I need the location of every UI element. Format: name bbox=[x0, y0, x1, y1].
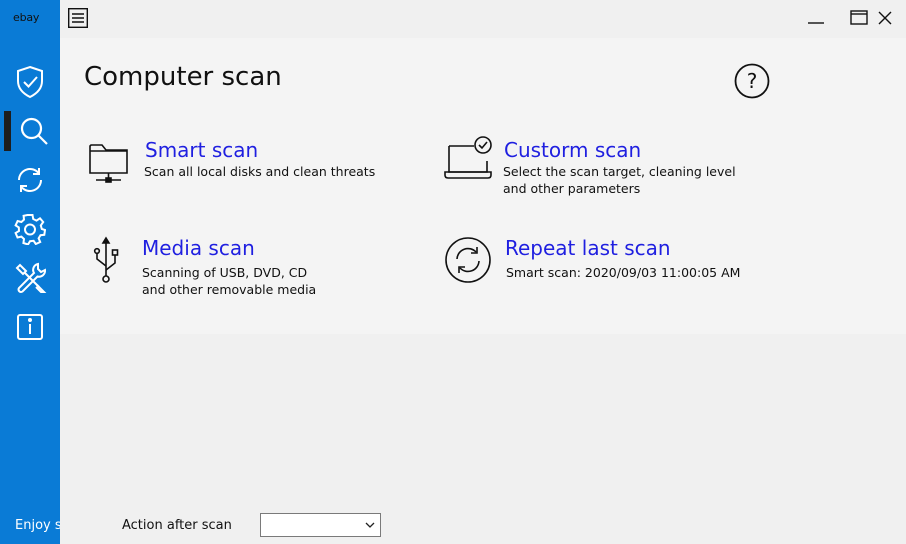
sidebar-item-update[interactable] bbox=[0, 158, 60, 202]
help-button[interactable]: ? bbox=[734, 63, 770, 99]
page-title: Computer scan bbox=[84, 62, 282, 92]
title-bar bbox=[60, 0, 906, 38]
tools-icon bbox=[15, 262, 47, 293]
footer-message: Enjoy sa bbox=[15, 518, 60, 533]
repeat-icon bbox=[445, 237, 491, 283]
maximize-button[interactable] bbox=[849, 8, 869, 28]
laptop-check-icon bbox=[444, 136, 492, 179]
sidebar-item-settings[interactable] bbox=[0, 207, 60, 251]
menu-icon[interactable] bbox=[68, 8, 88, 28]
sidebar-item-info[interactable] bbox=[0, 305, 60, 349]
minimize-button[interactable] bbox=[806, 8, 826, 28]
media-scan-description-line2: and other removable media bbox=[142, 282, 317, 297]
action-after-scan-select[interactable] bbox=[260, 513, 381, 537]
smart-scan-description: Scan all local disks and clean threats bbox=[144, 164, 376, 179]
shield-check-icon bbox=[17, 65, 43, 99]
help-icon: ? bbox=[734, 63, 770, 99]
repeat-scan-title[interactable]: Repeat last scan bbox=[505, 236, 671, 260]
custom-scan-description-line1: Select the scan target, cleaning level bbox=[503, 164, 736, 179]
sidebar-item-scan[interactable] bbox=[0, 109, 60, 153]
close-button[interactable] bbox=[875, 8, 895, 28]
action-after-scan-label: Action after scan bbox=[122, 518, 232, 533]
gear-icon bbox=[14, 214, 46, 245]
repeat-scan-description: Smart scan: 2020/09/03 11:00:05 AM bbox=[506, 265, 741, 280]
repeat-scan-option[interactable]: Repeat last scan Smart scan: 2020/09/03 … bbox=[444, 236, 774, 286]
custom-scan-description-line2: and other parameters bbox=[503, 181, 641, 196]
custom-scan-title[interactable]: Custorm scan bbox=[504, 138, 641, 162]
folder-network-icon bbox=[89, 144, 128, 183]
search-icon bbox=[20, 117, 48, 145]
info-icon bbox=[17, 314, 43, 340]
svg-text:?: ? bbox=[747, 69, 758, 93]
usb-icon bbox=[93, 236, 119, 283]
media-scan-title[interactable]: Media scan bbox=[142, 236, 255, 260]
smart-scan-option[interactable]: Smart scan Scan all local disks and clea… bbox=[88, 138, 408, 188]
smart-scan-title[interactable]: Smart scan bbox=[145, 138, 258, 162]
refresh-icon bbox=[17, 168, 43, 192]
sidebar-item-tools[interactable] bbox=[0, 256, 60, 300]
custom-scan-option[interactable]: Custorm scan Select the scan target, cle… bbox=[444, 136, 774, 200]
media-scan-description-line1: Scanning of USB, DVD, CD bbox=[142, 265, 308, 280]
sidebar-item-protection[interactable] bbox=[0, 60, 60, 104]
sidebar: ebay Enjoy s bbox=[0, 0, 60, 544]
chevron-down-icon bbox=[365, 522, 375, 528]
brand-logo: ebay bbox=[13, 11, 40, 24]
media-scan-option[interactable]: Media scan Scanning of USB, DVD, CD and … bbox=[92, 236, 392, 298]
